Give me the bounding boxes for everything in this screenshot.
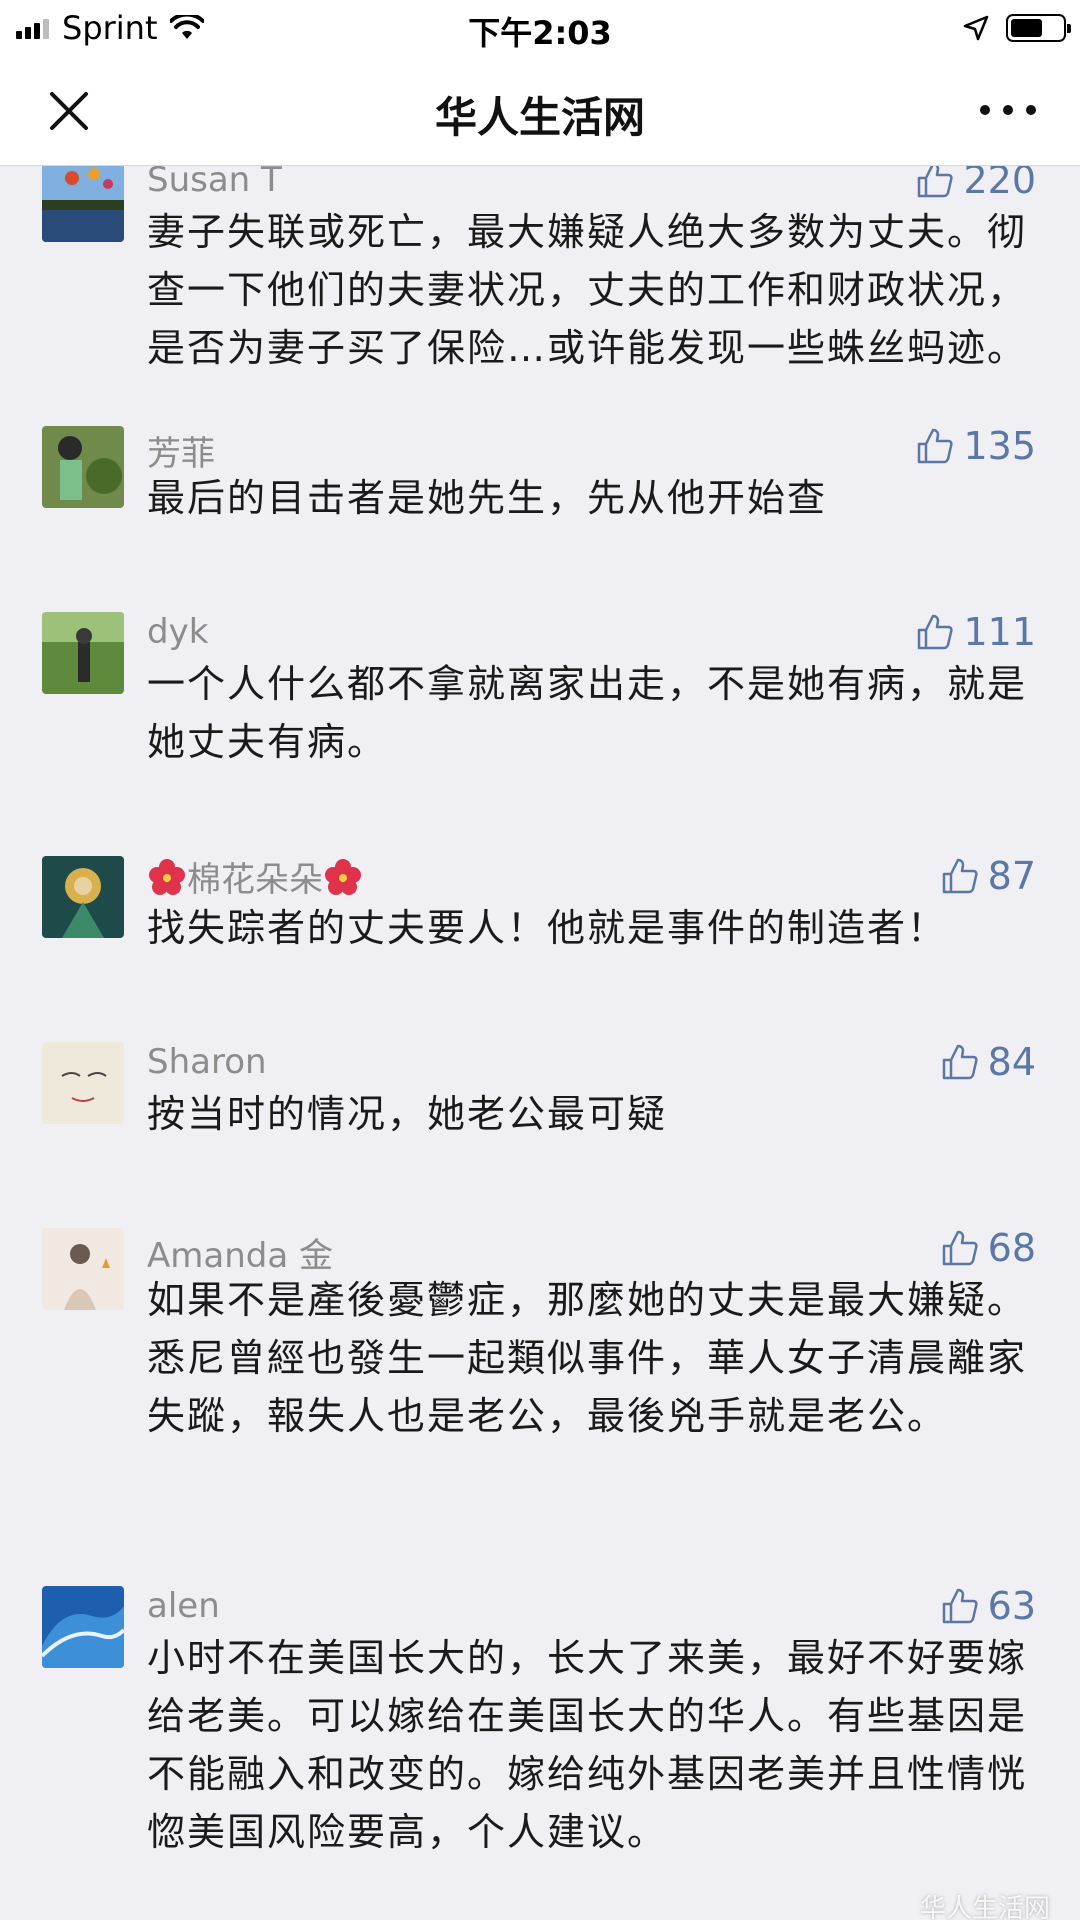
comment-author: Susan T [147,166,282,200]
like-count: 111 [963,610,1036,654]
page-title: 华人生活网 [434,93,645,142]
more-dots-icon[interactable] [980,92,1036,128]
comment-text: 按当时的情况，她老公最可疑 [147,1092,668,1136]
comment-author: 棉花朵朵 [147,852,363,901]
like-count: 135 [963,424,1036,468]
thumbs-up-icon [942,1588,978,1624]
comment-text: 如果不是產後憂鬱症，那麼她的丈夫是最大嫌疑。悉尼曾經也發生一起類似事件，華人女子… [147,1278,1028,1438]
like-count: 220 [963,166,1036,202]
avatar[interactable] [42,856,124,938]
status-time: 下午2:03 [468,14,612,52]
like-count: 84 [987,1040,1036,1084]
like-button[interactable]: 63 [940,1584,1036,1628]
comment-author: Amanda 金 [147,1236,333,1276]
comment-text: 找失踪者的丈夫要人！他就是事件的制造者！ [147,906,948,950]
avatar[interactable] [42,1586,124,1668]
hibiscus-icon [325,859,361,895]
thumbs-up-icon [918,614,954,650]
comment-author-label: 棉花朵朵 [187,860,323,900]
hibiscus-icon [149,859,185,895]
avatar[interactable] [42,1042,124,1124]
like-button[interactable]: 220 [915,166,1036,202]
comment-author: Sharon [147,1042,267,1082]
like-count: 68 [987,1226,1036,1270]
thumbs-up-icon [942,858,978,894]
comment-list[interactable]: Susan T 220 妻子失联或死亡，最大嫌疑人绝大多数为丈夫。彻查一下他们的… [0,166,1080,1920]
like-button[interactable]: 111 [915,610,1036,654]
thumbs-up-icon [942,1044,978,1080]
avatar[interactable] [42,426,124,508]
like-count: 87 [987,854,1036,898]
like-button[interactable]: 84 [940,1040,1036,1084]
thumbs-up-icon [918,428,954,464]
comment-text: 小时不在美国长大的，长大了来美，最好不好要嫁给老美。可以嫁给在美国长大的华人。有… [147,1636,1028,1854]
like-button[interactable]: 87 [940,854,1036,898]
nav-bar: 华人生活网 [0,56,1080,166]
location-arrow-icon [963,15,989,41]
avatar[interactable] [42,612,124,694]
thumbs-up-icon [918,166,954,198]
thumbs-up-icon [942,1230,978,1266]
comment-text: 最后的目击者是她先生，先从他开始查 [147,476,828,520]
like-count: 63 [987,1584,1036,1628]
status-right [962,10,1071,46]
status-bar: Sprint 下午2:03 [0,0,1080,56]
like-button[interactable]: 135 [915,424,1036,468]
battery-icon [1006,14,1071,42]
avatar[interactable] [42,166,124,242]
comment-author: 芳菲 [147,434,215,474]
like-button[interactable]: 68 [940,1226,1036,1270]
avatar[interactable] [42,1228,124,1310]
comment-author: dyk [147,612,209,652]
comment-author: alen [147,1586,220,1626]
comment-text: 妻子失联或死亡，最大嫌疑人绝大多数为丈夫。彻查一下他们的夫妻状况，丈夫的工作和财… [147,210,1028,370]
comment-text: 一个人什么都不拿就离家出走，不是她有病，就是她丈夫有病。 [147,662,1028,764]
watermark: 华人生活网 [919,1894,1050,1920]
